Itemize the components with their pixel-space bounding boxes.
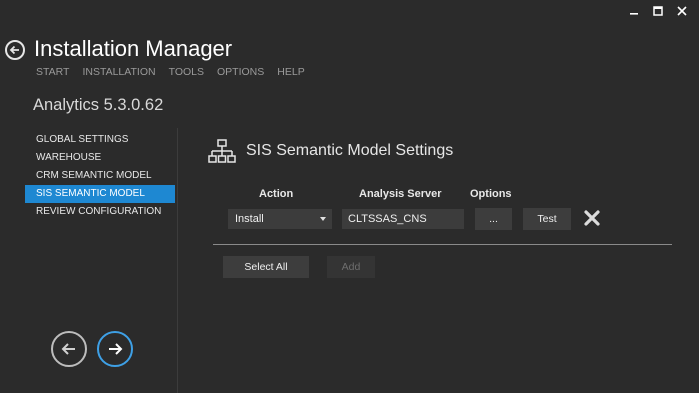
column-header-options: Options [470, 188, 512, 200]
menu-bar: START INSTALLATION TOOLS OPTIONS HELP [36, 66, 305, 78]
sidebar: GLOBAL SETTINGS WAREHOUSE CRM SEMANTIC M… [25, 131, 175, 221]
arrow-right-icon [109, 343, 123, 355]
previous-step-button[interactable] [51, 331, 87, 367]
arrow-left-icon [9, 45, 19, 55]
chevron-down-icon [320, 217, 326, 221]
maximize-icon [653, 6, 663, 16]
add-button[interactable]: Add [327, 256, 375, 278]
sidebar-item-global-settings[interactable]: GLOBAL SETTINGS [25, 131, 175, 149]
title-back-button[interactable] [5, 40, 25, 60]
options-button[interactable]: ... [475, 208, 512, 230]
close-icon [584, 210, 600, 226]
minimize-icon [630, 13, 638, 15]
maximize-button[interactable] [648, 3, 668, 19]
sidebar-item-sis-semantic-model[interactable]: SIS SEMANTIC MODEL [25, 185, 175, 203]
sidebar-item-warehouse[interactable]: WAREHOUSE [25, 149, 175, 167]
remove-row-button[interactable] [584, 210, 600, 226]
menu-tools[interactable]: TOOLS [169, 66, 204, 78]
menu-start[interactable]: START [36, 66, 69, 78]
next-step-button[interactable] [97, 331, 133, 367]
app-title: Installation Manager [34, 36, 233, 61]
section-title: SIS Semantic Model Settings [246, 142, 454, 159]
menu-options[interactable]: OPTIONS [217, 66, 264, 78]
action-dropdown-value: Install [235, 213, 264, 225]
menu-help[interactable]: HELP [277, 66, 304, 78]
sidebar-item-crm-semantic-model[interactable]: CRM SEMANTIC MODEL [25, 167, 175, 185]
action-dropdown[interactable]: Install [228, 209, 332, 229]
minimize-button[interactable] [624, 3, 644, 19]
close-button[interactable] [672, 3, 692, 19]
product-version: Analytics 5.3.0.62 [33, 96, 164, 114]
select-all-button[interactable]: Select All [223, 256, 309, 278]
horizontal-divider [213, 244, 672, 245]
analysis-server-input[interactable] [342, 209, 464, 229]
column-header-analysis-server: Analysis Server [359, 188, 442, 200]
arrow-left-icon [61, 343, 75, 355]
sidebar-item-review-configuration[interactable]: REVIEW CONFIGURATION [25, 203, 175, 221]
column-header-action: Action [259, 188, 294, 200]
vertical-divider [177, 128, 178, 393]
close-icon [677, 6, 687, 16]
test-button[interactable]: Test [523, 208, 571, 230]
hierarchy-icon [208, 139, 236, 163]
menu-installation[interactable]: INSTALLATION [82, 66, 155, 78]
